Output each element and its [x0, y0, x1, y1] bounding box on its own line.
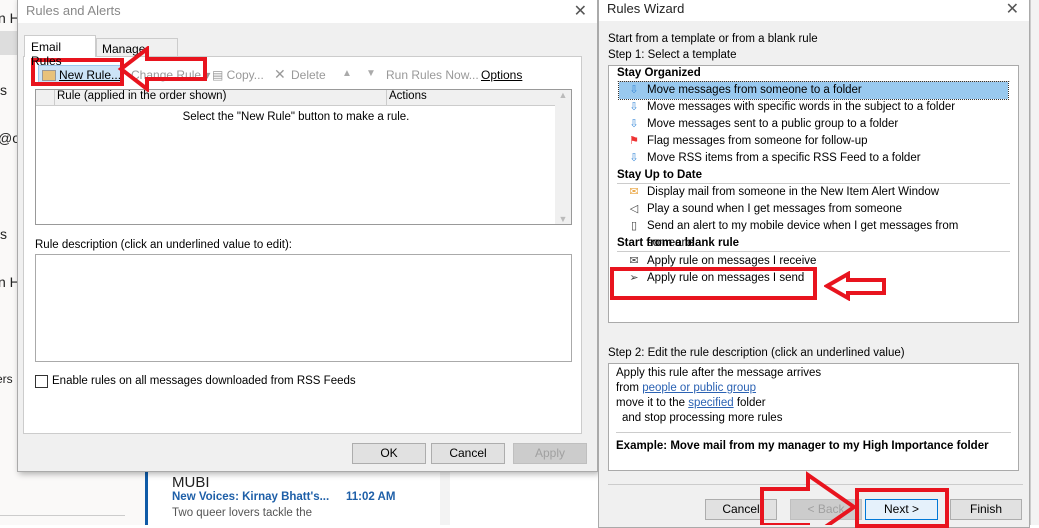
- close-icon[interactable]: ✕: [574, 1, 587, 21]
- template-item[interactable]: ▯ Send an alert to my mobile device when …: [619, 218, 1008, 249]
- template-item[interactable]: ⚑ Flag messages from someone for follow-u…: [619, 133, 1008, 150]
- title-text: Rules Wizard: [607, 1, 685, 16]
- desc-line: move it to the specified folder: [616, 397, 766, 409]
- flag-icon: ⚑: [629, 135, 639, 147]
- annotation-box-next: [855, 488, 949, 528]
- desc-line: Apply this rule after the message arrive…: [616, 367, 822, 379]
- group-header: Stay Up to Date: [617, 169, 702, 181]
- rules-wizard-dialog: Rules Wizard ✕ Start from a template or f…: [598, 0, 1030, 528]
- run-rules-now-button: Run Rules Now...: [386, 68, 479, 82]
- column-actions[interactable]: Actions: [386, 90, 427, 106]
- mail-subject: New Voices: Kirnay Bhatt's...: [172, 491, 330, 503]
- annotation-arrow-left: [824, 271, 886, 301]
- rule-description-box: Apply this rule after the message arrive…: [608, 363, 1019, 471]
- finish-button[interactable]: Finish: [950, 499, 1022, 520]
- apply-button: Apply: [513, 443, 587, 464]
- column-rule[interactable]: Rule (applied in the order shown): [54, 90, 226, 106]
- example-text: Example: Move mail from my manager to my…: [616, 440, 989, 452]
- speaker-icon: ◁: [629, 203, 639, 215]
- template-item[interactable]: ⇩ Move messages sent to a public group to…: [619, 116, 1008, 133]
- move-folder-icon: ⇩: [629, 101, 639, 113]
- move-folder-icon: ⇩: [629, 152, 639, 164]
- wizard-title: Rules Wizard ✕: [599, 0, 1029, 21]
- mail-item[interactable]: MUBI New Voices: Kirnay Bhatt's... 11:02…: [145, 471, 445, 525]
- bg-edge: [1030, 0, 1039, 525]
- template-item[interactable]: ⇩ Move RSS items from a specific RSS Feed…: [619, 150, 1008, 167]
- copy-button: ▤ Copy...: [212, 68, 264, 82]
- move-folder-icon: ⇩: [629, 84, 639, 96]
- rules-list[interactable]: Rule (applied in the order shown) Action…: [35, 89, 572, 225]
- delete-button: Delete: [291, 68, 326, 82]
- desc-line: and stop processing more rules: [622, 412, 783, 424]
- empty-message: Select the "New Rule" button to make a r…: [182, 111, 410, 123]
- bg-text: s: [0, 226, 7, 242]
- mail-preview: Two queer lovers tackle the: [172, 507, 312, 519]
- move-down-icon: ▼: [366, 68, 376, 79]
- cancel-button[interactable]: Cancel: [431, 443, 505, 464]
- move-folder-icon: ⇩: [629, 118, 639, 130]
- mail-time: 11:02 AM: [346, 491, 396, 503]
- step1-label: Step 1: Select a template: [608, 49, 737, 61]
- tab-panel: New Rule... Change Rule ▾ ▤ Copy... ✕ De…: [23, 56, 582, 434]
- tab-email-rules[interactable]: Email Rules: [24, 35, 96, 68]
- rss-checkbox-label[interactable]: Enable rules on all messages downloaded …: [52, 375, 356, 387]
- dialog-title: Rules and Alerts ✕: [18, 0, 597, 23]
- rule-description-label: Rule description (click an underlined va…: [35, 239, 292, 251]
- template-item[interactable]: ◁ Play a sound when I get messages from s…: [619, 201, 1008, 218]
- bg-text: s: [0, 82, 7, 98]
- delete-icon: ✕: [274, 66, 286, 82]
- annotation-box-send: [610, 267, 817, 300]
- wizard-intro: Start from a template or from a blank ru…: [608, 33, 818, 45]
- envelope-icon: ✉: [629, 255, 639, 267]
- alert-mail-icon: ✉: [629, 186, 639, 198]
- group-header: Start from a blank rule: [617, 237, 740, 249]
- rss-checkbox[interactable]: [35, 375, 48, 388]
- options-button[interactable]: Options: [481, 68, 522, 82]
- rule-description-box: [35, 254, 572, 362]
- mail-sender: MUBI: [172, 474, 210, 491]
- divider: [0, 515, 125, 516]
- mobile-icon: ▯: [630, 220, 638, 232]
- close-icon[interactable]: ✕: [1006, 0, 1019, 19]
- group-header: Stay Organized: [617, 67, 701, 79]
- step2-label: Step 2: Edit the rule description (click…: [608, 347, 905, 359]
- annotation-arrow-left: [117, 46, 207, 92]
- specified-link[interactable]: specified: [688, 397, 733, 409]
- scrollbar[interactable]: [440, 471, 450, 525]
- template-item[interactable]: ⇩ Move messages with specific words in th…: [619, 99, 1008, 116]
- move-up-icon: ▲: [342, 68, 352, 79]
- desc-line: from people or public group: [616, 382, 757, 394]
- title-text: Rules and Alerts: [26, 3, 121, 18]
- people-link[interactable]: people or public group: [642, 382, 756, 394]
- list-scrollbar[interactable]: ▲ ▼: [555, 90, 571, 224]
- annotation-arrow-right: [760, 471, 858, 525]
- template-item[interactable]: ⇩ Move messages from someone to a folder: [618, 81, 1009, 100]
- template-item[interactable]: ✉ Display mail from someone in the New It…: [619, 184, 1008, 201]
- bg-text: ers: [0, 372, 13, 386]
- ok-button[interactable]: OK: [352, 443, 426, 464]
